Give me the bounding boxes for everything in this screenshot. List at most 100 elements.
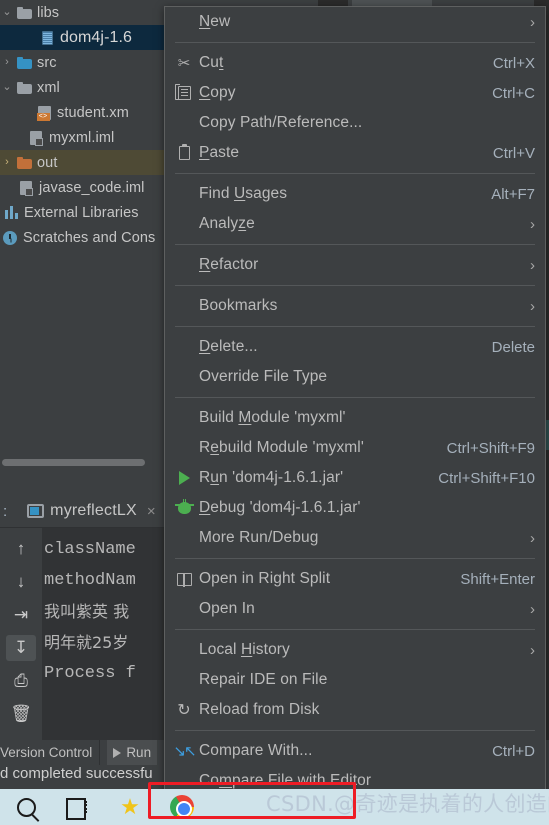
menu-item-bookmarks[interactable]: Bookmarks › (165, 291, 545, 321)
menu-item-open-in-right-split[interactable]: Open in Right Split Shift+Enter (165, 564, 545, 594)
menu-item-local-history[interactable]: Local History › (165, 635, 545, 665)
divider (175, 42, 535, 43)
menu-item-copy[interactable]: Copy Ctrl+C (165, 78, 545, 108)
tree-item-label: dom4j-1.6 (60, 28, 133, 46)
tree-item-label: javase_code.iml (39, 179, 145, 196)
menu-item-refactor[interactable]: Refactor › (165, 250, 545, 280)
tab-myreflectlx[interactable]: myreflectLX (50, 502, 137, 520)
folder-grey-icon (14, 81, 34, 94)
menu-item-accelerator: Ctrl+D (492, 742, 535, 760)
divider (175, 397, 535, 398)
console-window-icon (27, 504, 45, 518)
menu-item-debug-jar[interactable]: Debug 'dom4j-1.6.1.jar' (165, 493, 545, 523)
run-tab[interactable]: Run (107, 740, 158, 765)
run-tab-label: Run (126, 745, 152, 760)
tree-row[interactable]: myxml.iml (0, 125, 170, 150)
chevron-right-icon[interactable]: › (0, 57, 14, 68)
menu-item-reload-from-disk[interactable]: ↻ Reload from Disk (165, 695, 545, 725)
context-menu[interactable]: NNewew › ✂ Cut Ctrl+X Copy Ctrl+C Copy P… (164, 6, 546, 821)
menu-item-label: Reload from Disk (199, 701, 320, 718)
menu-item-analyze[interactable]: Analyze › (165, 209, 545, 239)
menu-item-run-jar[interactable]: Run 'dom4j-1.6.1.jar' Ctrl+Shift+F10 (165, 463, 545, 493)
menu-item-accelerator: Ctrl+Shift+F9 (446, 439, 535, 457)
chevron-right-icon: › (530, 256, 535, 274)
tree-row[interactable]: External Libraries (0, 200, 170, 225)
menu-item-paste[interactable]: Paste Ctrl+V (165, 138, 545, 168)
ide-screenshot: . t m s f s . 2 t m s . f f ⌄ libs dom4j… (0, 0, 549, 825)
star-app-icon: ★ (120, 794, 140, 819)
tree-row[interactable]: ⌄ libs (0, 0, 170, 25)
menu-item-label: Repair IDE on File (199, 671, 328, 688)
copy-icon (173, 84, 195, 100)
menu-item-accelerator: Shift+Enter (460, 570, 535, 588)
menu-item-accelerator: Ctrl+Shift+F10 (438, 469, 535, 487)
chevron-down-icon[interactable]: ⌄ (0, 7, 14, 18)
tree-row[interactable]: javase_code.iml (0, 175, 170, 200)
chevron-down-icon[interactable]: ⌄ (0, 82, 14, 93)
menu-item-label: Open In (199, 600, 255, 617)
menu-item-delete[interactable]: Delete... Delete (165, 332, 545, 362)
tree-item-label: xml (37, 79, 60, 96)
menu-item-more-run-debug[interactable]: More Run/Debug › (165, 523, 545, 553)
console-toolbar[interactable]: ↑ ↓ ⇥ ↧ ⎙ 🗑 (0, 528, 42, 740)
console-line: 明年就25岁 (44, 633, 129, 652)
menu-item-accelerator: Ctrl+V (492, 144, 535, 162)
chevron-right-icon: › (530, 297, 535, 315)
project-tree[interactable]: ⌄ libs dom4j-1.6 › src ⌄ xml student.xm … (0, 0, 170, 262)
tree-row[interactable]: › src (0, 50, 170, 75)
tree-item-label: External Libraries (24, 204, 139, 221)
scroll-to-end-button[interactable]: ↧ (6, 635, 36, 661)
menu-item-label: Open in Right Split (199, 570, 331, 587)
print-button[interactable]: ⎙ (6, 668, 36, 694)
menu-item-repair-ide-on-file[interactable]: Repair IDE on File (165, 665, 545, 695)
menu-item-open-in[interactable]: Open In › (165, 594, 545, 624)
menu-item-accelerator: Ctrl+X (492, 54, 535, 72)
tree-item-label: student.xm (57, 104, 129, 121)
chevron-right-icon[interactable]: › (0, 157, 14, 168)
tree-item-label: Scratches and Cons (23, 229, 156, 246)
close-icon[interactable]: × (147, 503, 156, 520)
menu-item-find-usages[interactable]: Find Usages Alt+F7 (165, 179, 545, 209)
soft-wrap-button[interactable]: ⇥ (6, 602, 36, 628)
console-tab-strip[interactable]: : myreflectLX × (0, 495, 170, 528)
scroll-down-button[interactable]: ↓ (6, 569, 36, 595)
console-line: 我叫紫英 我 (44, 602, 130, 621)
menu-item-label: Copy Path/Reference... (199, 114, 363, 131)
menu-item-new[interactable]: NNewew › (165, 7, 545, 37)
menu-item-compare-with[interactable]: ↘↖ Compare With... Ctrl+D (165, 736, 545, 766)
tree-row[interactable]: Scratches and Cons (0, 225, 170, 250)
version-control-tab[interactable]: Version Control (0, 745, 92, 760)
split-icon (173, 572, 195, 587)
horizontal-scrollbar[interactable] (2, 459, 145, 466)
menu-item-label: Compare With... (199, 742, 313, 759)
menu-item-rebuild-module[interactable]: Rebuild Module 'myxml' Ctrl+Shift+F9 (165, 433, 545, 463)
clear-all-button[interactable]: 🗑 (6, 701, 36, 727)
menu-item-label: Override File Type (199, 368, 328, 385)
chevron-right-icon: › (530, 13, 535, 31)
divider (175, 730, 535, 731)
menu-item-cut[interactable]: ✂ Cut Ctrl+X (165, 48, 545, 78)
divider (99, 740, 101, 765)
tree-row[interactable]: › out (0, 150, 170, 175)
menu-item-override-file-type[interactable]: Override File Type (165, 362, 545, 392)
iml-file-icon (26, 130, 46, 146)
console-line: methodNam (44, 571, 136, 590)
console-panel: ↑ ↓ ⇥ ↧ ⎙ 🗑 className methodNam 我叫紫英 我 明… (0, 528, 170, 740)
folder-blue-icon (14, 6, 34, 19)
jar-file-icon (37, 30, 57, 45)
chevron-right-icon: › (530, 215, 535, 233)
debug-icon (173, 499, 195, 514)
divider (175, 629, 535, 630)
external-libraries-icon (1, 206, 21, 219)
scroll-up-button[interactable]: ↑ (6, 536, 36, 562)
tree-row[interactable]: dom4j-1.6 (0, 25, 170, 50)
chevron-right-icon: › (530, 529, 535, 547)
menu-item-copy-path-reference[interactable]: Copy Path/Reference... (165, 108, 545, 138)
divider (175, 285, 535, 286)
tree-row[interactable]: student.xm (0, 100, 170, 125)
chevron-right-icon: › (530, 641, 535, 659)
taskbar-search-button[interactable] (0, 789, 52, 825)
menu-item-build-module[interactable]: Build Module 'myxml' (165, 403, 545, 433)
tree-row[interactable]: ⌄ xml (0, 75, 170, 100)
taskbar-task-view-button[interactable] (52, 789, 104, 825)
